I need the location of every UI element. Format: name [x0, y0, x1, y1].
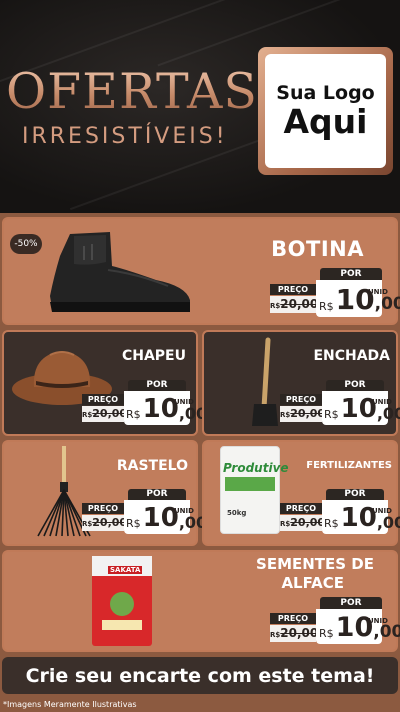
fertilizer-brand: Produtive	[223, 461, 289, 475]
footer-disclaimer: *Imagens Meramente Ilustrativas	[0, 697, 400, 712]
discount-badge: -50%	[10, 234, 42, 254]
product-name: BOTINA	[271, 237, 364, 261]
unid-label: UNID	[174, 398, 194, 406]
logo-placeholder[interactable]: Sua Logo Aqui	[258, 47, 393, 175]
unid-label: UNID	[372, 398, 392, 406]
old-price: R$20,00	[82, 515, 128, 531]
preco-label: PREÇO	[270, 284, 316, 295]
new-price: R$ 10 ,00	[124, 500, 207, 534]
preco-label: PREÇO	[82, 503, 124, 514]
hoe-image	[252, 337, 278, 426]
old-price: R$20,00	[270, 625, 319, 642]
old-price: R$20,00	[82, 406, 128, 422]
preco-label: PREÇO	[280, 394, 322, 405]
por-label: POR	[128, 489, 186, 500]
boot-image	[50, 232, 190, 312]
fertilizer-bag-image: Produtive 50kg	[220, 446, 289, 534]
product-name: RASTELO	[116, 458, 188, 474]
new-price: R$ 10 ,00	[322, 391, 400, 425]
cta-banner[interactable]: Crie seu encarte com este tema!	[2, 657, 398, 694]
unid-label: UNID	[372, 507, 392, 515]
fertilizer-weight: 50kg	[227, 509, 247, 517]
preco-label: PREÇO	[82, 394, 124, 405]
por-label: POR	[320, 597, 382, 609]
new-price: R$ 10 ,00	[316, 280, 400, 317]
product-name: ENCHADA	[313, 348, 390, 364]
product-name-line1: SEMENTES DE	[256, 555, 374, 573]
seed-brand: SAKATA	[108, 566, 143, 574]
unid-label: UNID	[368, 288, 388, 296]
por-label: POR	[326, 380, 384, 391]
new-price: R$ 10 ,00	[124, 391, 207, 425]
preco-label: PREÇO	[270, 613, 316, 624]
new-price: R$ 10 ,00	[316, 609, 400, 644]
logo-text-line1: Sua Logo	[276, 82, 375, 104]
por-label: POR	[128, 380, 186, 391]
headline-subtitle: IRRESISTÍVEIS!	[22, 124, 228, 149]
old-price: R$20,00	[280, 406, 326, 422]
product-name: FERTILIZANTES	[306, 460, 392, 471]
old-price: R$20,00	[280, 515, 326, 531]
unid-label: UNID	[368, 617, 388, 625]
headline-title: OFERTAS	[6, 63, 258, 120]
new-price: R$ 10 ,00	[322, 500, 400, 534]
por-label: POR	[320, 268, 382, 280]
logo-text-line2: Aqui	[283, 102, 368, 141]
preco-label: PREÇO	[280, 503, 322, 514]
seed-packet-image: SAKATA	[92, 556, 152, 646]
product-name-line2: ALFACE	[281, 574, 344, 592]
header-banner: OFERTAS IRRESISTÍVEIS! Sua Logo Aqui	[0, 0, 400, 215]
old-price: R$20,00	[270, 296, 319, 313]
por-label: POR	[326, 489, 384, 500]
unid-label: UNID	[174, 507, 194, 515]
product-name: CHAPEU	[121, 348, 186, 364]
